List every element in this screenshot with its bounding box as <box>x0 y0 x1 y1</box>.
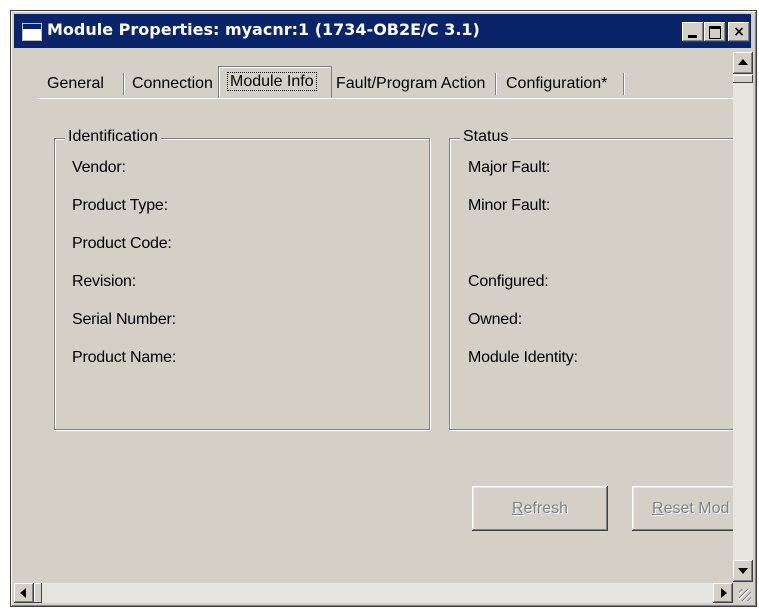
tab-fault-program-action[interactable]: Fault/Program Action <box>330 70 496 98</box>
reset-module-button[interactable]: Reset Mod <box>632 486 733 531</box>
tab-configuration[interactable]: Configuration* <box>500 70 624 98</box>
identification-group: Identification Vendor: Product Type: Pro… <box>54 128 430 430</box>
status-group: Status Major Fault: Minor Fault: Configu… <box>449 128 733 430</box>
tab-general[interactable]: General <box>38 70 124 98</box>
minor-fault-label: Minor Fault: <box>468 197 551 214</box>
product-type-label: Product Type: <box>72 197 168 214</box>
owned-label: Owned: <box>468 311 522 328</box>
arrow-right-icon <box>721 588 727 598</box>
dialog-content: General Connection Module Info Fault/Pro… <box>14 52 733 582</box>
refresh-button[interactable]: Refresh <box>472 486 608 531</box>
title-bar[interactable]: Module Properties: myacnr:1 (1734-OB2E/C… <box>14 14 751 48</box>
resize-grip-icon <box>739 589 751 601</box>
scroll-left-button[interactable] <box>14 583 34 603</box>
configured-label: Configured: <box>468 273 549 290</box>
product-name-label: Product Name: <box>72 349 177 366</box>
revision-label: Revision: <box>72 273 137 290</box>
reset-mnemonic: R <box>652 500 664 517</box>
scroll-up-button[interactable] <box>733 52 753 74</box>
minimize-icon <box>688 35 697 38</box>
tab-module-info[interactable]: Module Info <box>218 66 332 99</box>
reset-label: eset Mod <box>663 500 730 517</box>
maximize-button[interactable] <box>704 22 726 42</box>
refresh-mnemonic: R <box>511 500 524 517</box>
vertical-scrollbar[interactable] <box>733 52 753 582</box>
refresh-label: efresh <box>523 500 569 517</box>
tab-panel-border <box>38 98 733 99</box>
module-properties-window: Module Properties: myacnr:1 (1734-OB2E/C… <box>10 10 757 607</box>
product-code-label: Product Code: <box>72 235 172 252</box>
resize-grip[interactable] <box>733 583 753 603</box>
horizontal-scrollbar[interactable] <box>14 583 733 603</box>
vertical-scroll-thumb[interactable] <box>733 75 753 83</box>
close-icon: × <box>733 24 745 40</box>
scroll-down-button[interactable] <box>733 560 753 582</box>
tab-connection[interactable]: Connection <box>124 70 224 98</box>
arrow-left-icon <box>20 588 26 598</box>
maximize-icon <box>709 26 721 39</box>
identification-legend: Identification <box>65 128 161 146</box>
module-identity-label: Module Identity: <box>468 349 578 366</box>
major-fault-label: Major Fault: <box>468 159 551 176</box>
arrow-up-icon <box>738 59 748 65</box>
minimize-button[interactable] <box>682 22 704 42</box>
vendor-label: Vendor: <box>72 159 126 176</box>
serial-number-label: Serial Number: <box>72 311 176 328</box>
scroll-right-button[interactable] <box>713 583 733 603</box>
status-legend: Status <box>460 128 512 146</box>
horizontal-scroll-thumb[interactable] <box>34 583 42 603</box>
window-title: Module Properties: myacnr:1 (1734-OB2E/C… <box>47 20 480 39</box>
arrow-down-icon <box>738 568 748 574</box>
close-button[interactable]: × <box>728 22 750 42</box>
tab-module-info-label: Module Info <box>227 72 317 91</box>
window-icon <box>22 23 42 41</box>
